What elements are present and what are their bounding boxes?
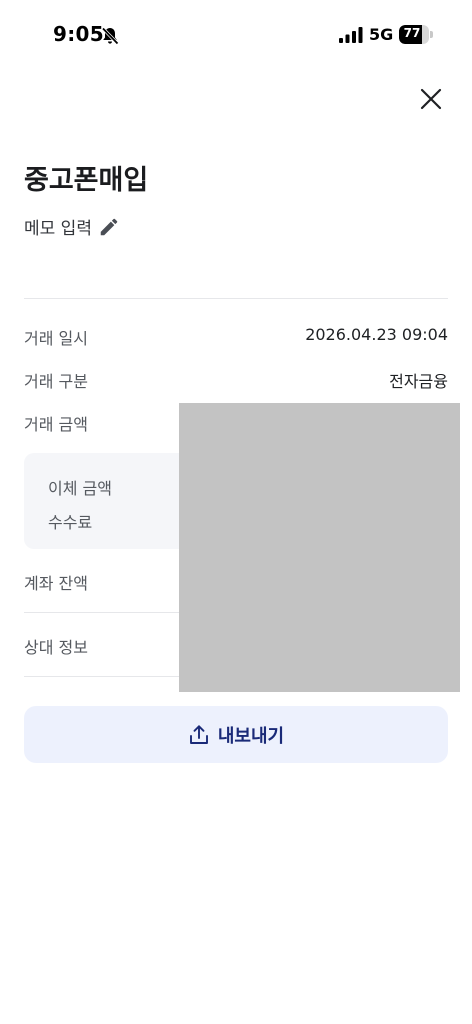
network-label: 5G [369,25,394,44]
bell-slash-icon [101,27,119,45]
memo-label: 메모 입력 [24,219,92,239]
share-icon [189,724,208,744]
balance-label: 계좌 잔액 [24,574,88,593]
redacted-area [179,403,460,692]
datetime-value: 2026.04.23 09:04 [305,325,448,344]
type-label: 거래 구분 [24,372,88,391]
export-button[interactable]: 내보내기 [24,706,448,763]
export-label: 내보내기 [217,725,285,747]
datetime-label: 거래 일시 [24,329,88,348]
page-title: 중고폰매입 [24,165,149,196]
close-icon[interactable] [418,86,444,112]
type-value: 전자금융 [389,372,448,391]
amount-label: 거래 금액 [24,415,88,434]
pencil-icon [100,218,118,235]
status-time: 9:05 [53,22,104,46]
fee-label: 수수료 [48,513,93,532]
divider [24,298,448,299]
status-bar: 9:05 5G 77 [0,0,472,62]
memo-input-button[interactable]: 메모 입력 [24,214,120,239]
battery-icon: 77 [399,25,433,44]
signal-icon [339,27,363,43]
counterparty-label: 상대 정보 [24,638,88,657]
transfer-amount-label: 이체 금액 [48,479,112,498]
battery-text: 77 [403,26,421,40]
